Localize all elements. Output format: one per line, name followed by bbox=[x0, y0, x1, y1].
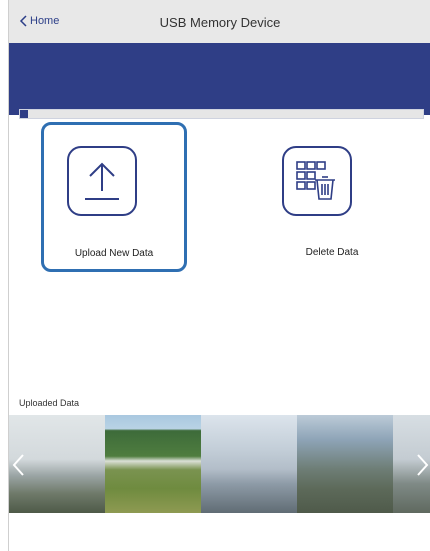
app-window: Home USB Memory Device Free Space on USB… bbox=[8, 0, 430, 551]
delete-label: Delete Data bbox=[305, 247, 359, 258]
page-title: USB Memory Device bbox=[159, 15, 281, 30]
grid-trash-icon bbox=[296, 161, 335, 200]
uploaded-data-gallery bbox=[9, 415, 430, 513]
used-space-fill bbox=[20, 110, 29, 118]
delete-icon-frame bbox=[282, 146, 352, 216]
upload-arrow-icon bbox=[85, 162, 119, 200]
upload-new-data-button[interactable]: Upload New Data bbox=[41, 122, 187, 272]
top-bar: Home USB Memory Device bbox=[9, 0, 430, 43]
gallery-thumbnail[interactable] bbox=[201, 415, 297, 513]
gallery-thumbnail[interactable] bbox=[105, 415, 201, 513]
gallery-next-arrow[interactable] bbox=[414, 453, 430, 477]
gallery-thumbnail[interactable] bbox=[297, 415, 393, 513]
delete-data-button[interactable]: Delete Data bbox=[259, 122, 405, 272]
uploaded-data-heading: Uploaded Data bbox=[19, 398, 80, 408]
upload-label: Upload New Data bbox=[74, 248, 154, 259]
upload-icon-frame bbox=[67, 146, 137, 216]
storage-panel: Free Space on USB Memory Device bbox=[9, 43, 430, 149]
gallery-prev-arrow[interactable] bbox=[11, 453, 27, 477]
free-space-bar bbox=[19, 109, 424, 119]
